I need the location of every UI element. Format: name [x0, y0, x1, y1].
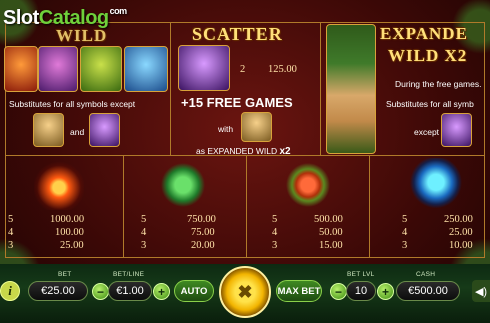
paytable-value: 1000.00 [50, 214, 85, 225]
bet-display: €25.00 [28, 281, 88, 301]
close-icon: ✖ [237, 281, 253, 302]
paytable-count: 3 [141, 240, 147, 251]
paytable-count: 5 [141, 214, 147, 225]
paytable-value: 75.00 [191, 227, 215, 238]
green-owl-wild-symbol [80, 46, 122, 92]
game-screen: SlotCatalogcom WILD Substitutes for all … [0, 0, 490, 323]
spin-close-button[interactable]: ✖ [219, 266, 271, 318]
divider [170, 22, 171, 155]
bet-level-label: BET LVL [347, 271, 375, 278]
bet-level-increase-button[interactable]: + [377, 283, 394, 300]
expanded-wild-goddess-symbol [326, 24, 376, 154]
divider [123, 155, 124, 258]
speaker-icon: ◀) [474, 285, 488, 298]
max-bet-button[interactable]: MAX BET [276, 280, 322, 302]
expanded-description: Substitutes for all symb [386, 99, 474, 109]
divider [369, 155, 370, 258]
paytable-count: 4 [402, 227, 408, 238]
paytable-count: 5 [402, 214, 408, 225]
divider [246, 155, 247, 258]
divider [320, 22, 321, 155]
paytable-value: 10.00 [449, 240, 473, 251]
paytable-value: 500.00 [314, 214, 343, 225]
paytable-value: 100.00 [55, 227, 84, 238]
bet-level-display: 10 [346, 281, 376, 301]
expanded-wild-title-line2: WILD X2 [388, 46, 468, 65]
expanded-wild-text: as EXPANDED WILD x2 [196, 146, 291, 157]
paytable-count: 4 [8, 227, 14, 238]
auto-button[interactable]: AUTO [174, 280, 214, 302]
paytable-value: 50.00 [319, 227, 343, 238]
and-text: and [70, 127, 85, 137]
paytable-value: 20.00 [191, 240, 215, 251]
during-free-games-text: During the free games. [395, 79, 482, 89]
scatter-pay: 125.00 [268, 64, 297, 75]
paytable-count: 3 [272, 240, 278, 251]
mage-symbol [441, 113, 472, 147]
blue-owl-wild-symbol [124, 46, 168, 92]
sound-button[interactable]: ◀) [472, 280, 490, 302]
blue-cauldron-icon [408, 158, 464, 212]
free-games-text: +15 FREE GAMES [181, 95, 293, 110]
info-button[interactable]: i [0, 281, 20, 301]
bet-per-line-display: €1.00 [108, 281, 152, 301]
mage-symbol [89, 113, 120, 147]
wild-description: Substitutes for all symbols except [9, 99, 136, 109]
except-text: except [414, 127, 440, 137]
bet-line-decrease-button[interactable]: − [92, 283, 109, 300]
bet-label: BET [58, 271, 72, 278]
with-text: with [218, 124, 234, 134]
purple-owl-wild-symbol [38, 46, 78, 92]
paytable-value: 750.00 [187, 214, 216, 225]
scatter-title: SCATTER [192, 24, 283, 44]
paytable-count: 5 [272, 214, 278, 225]
fire-crystal-icon [34, 160, 84, 210]
paytable-count: 3 [402, 240, 408, 251]
red-owl-wild-symbol [4, 46, 38, 92]
paytable-count: 3 [8, 240, 14, 251]
expanded-wild-title-line1: EXPANDE [380, 24, 468, 43]
goddess-symbol [241, 112, 272, 142]
paytable-value: 25.00 [449, 227, 473, 238]
cash-display: €500.00 [396, 281, 460, 301]
cash-label: CASH [416, 271, 436, 278]
scatter-count: 2 [240, 64, 246, 75]
paytable-count: 4 [272, 227, 278, 238]
paytable-value: 250.00 [444, 214, 473, 225]
paytable-value: 15.00 [319, 240, 343, 251]
scatter-symbol [178, 45, 230, 91]
bet-per-line-label: BET/LINE [113, 271, 145, 278]
goddess-symbol [33, 113, 64, 147]
paytable-count: 4 [141, 227, 147, 238]
emerald-chest-icon [158, 160, 208, 210]
red-jewel-icon [283, 160, 333, 210]
bet-level-decrease-button[interactable]: − [330, 283, 347, 300]
paytable-count: 5 [8, 214, 14, 225]
wild-title: WILD [56, 26, 108, 45]
bet-line-increase-button[interactable]: + [153, 283, 170, 300]
paytable-value: 25.00 [60, 240, 84, 251]
